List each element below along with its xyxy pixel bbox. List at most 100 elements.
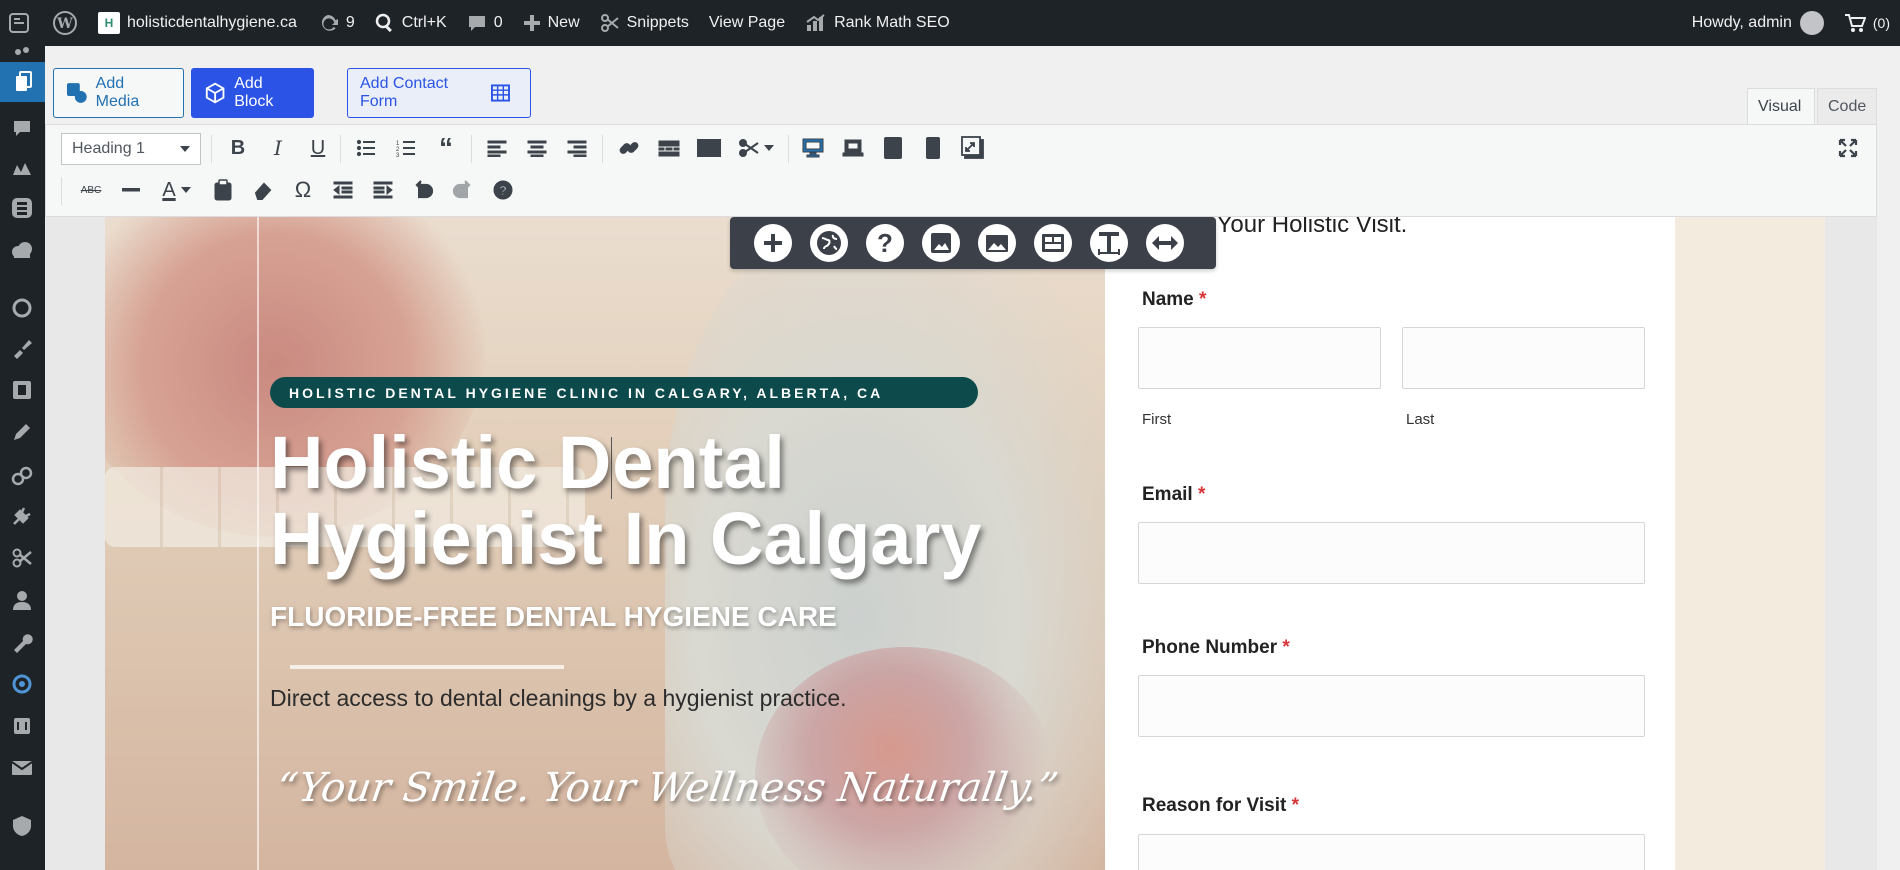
outdent-icon[interactable] xyxy=(328,175,358,205)
site-name-link[interactable]: H holisticdentalhygiene.ca xyxy=(88,0,307,46)
globe-icon[interactable] xyxy=(810,224,848,262)
first-name-field[interactable] xyxy=(1138,327,1381,389)
numbered-list-icon[interactable]: 123 xyxy=(391,133,421,163)
search-link[interactable]: Ctrl+K xyxy=(365,0,457,46)
undo-icon[interactable] xyxy=(408,175,438,205)
comments-link[interactable]: 0 xyxy=(457,0,513,46)
special-character-icon[interactable]: Ω xyxy=(288,175,318,205)
fullscreen-icon[interactable] xyxy=(1833,133,1863,163)
editor-canvas[interactable]: HOLISTIC DENTAL HYGIENE CLINIC IN CALGAR… xyxy=(45,217,1877,870)
image-icon[interactable] xyxy=(922,224,960,262)
view-page-link[interactable]: View Page xyxy=(699,0,795,46)
text-tool-icon[interactable] xyxy=(1090,224,1128,262)
align-center-icon[interactable] xyxy=(522,133,552,163)
editor-toolbar: Heading 1 B I U 123 “ ABC A T Ω ? xyxy=(45,124,1877,217)
align-left-icon[interactable] xyxy=(482,133,512,163)
add-block-button[interactable]: Add Block xyxy=(191,68,314,118)
last-name-field[interactable] xyxy=(1402,327,1645,389)
laptop-preview-icon[interactable] xyxy=(838,133,868,163)
help-icon[interactable]: ? xyxy=(488,175,518,205)
account-menu[interactable]: Howdy, admin xyxy=(1682,0,1834,46)
new-content-link[interactable]: New xyxy=(513,0,590,46)
name-label-text: Name xyxy=(1142,289,1194,310)
svg-text:?: ? xyxy=(499,183,507,198)
snippets-label: Snippets xyxy=(626,14,689,31)
name-label: Name * xyxy=(1142,289,1206,311)
link-icon[interactable] xyxy=(10,464,34,488)
add-contact-form-button[interactable]: Add Contact Form xyxy=(347,68,531,118)
block-insert-toolbar: ? xyxy=(730,217,1216,269)
read-more-icon[interactable] xyxy=(654,133,684,163)
dashboard-icon[interactable] xyxy=(10,40,34,64)
cloud-icon[interactable] xyxy=(10,238,34,262)
format-select-value: Heading 1 xyxy=(72,140,145,157)
phone-field[interactable] xyxy=(1138,675,1645,737)
pencil-icon[interactable] xyxy=(10,420,34,444)
question-icon[interactable]: ? xyxy=(866,224,904,262)
rank-math-label: Rank Math SEO xyxy=(834,14,950,31)
horizontal-line-icon[interactable] xyxy=(116,175,146,205)
layout-columns-icon[interactable] xyxy=(1034,224,1072,262)
insert-link-icon[interactable] xyxy=(614,133,644,163)
tablet-preview-icon[interactable] xyxy=(878,133,908,163)
site-name-text: holisticdentalhygiene.ca xyxy=(127,14,297,31)
add-element-icon[interactable] xyxy=(754,224,792,262)
tab-code[interactable]: Code xyxy=(1817,88,1877,124)
block-cube-icon xyxy=(205,82,225,104)
redo-icon[interactable] xyxy=(448,175,478,205)
sync-plugin-icon[interactable] xyxy=(10,672,34,696)
desktop-preview-icon[interactable] xyxy=(798,133,828,163)
snippet-dropdown-icon[interactable] xyxy=(759,133,779,163)
users-icon[interactable] xyxy=(10,588,34,612)
mobile-preview-icon[interactable] xyxy=(918,133,948,163)
search-icon xyxy=(375,13,392,33)
phone-label-text: Phone Number xyxy=(1142,637,1278,658)
admin-sidebar xyxy=(0,46,45,870)
snippets-link[interactable]: Snippets xyxy=(590,0,699,46)
align-right-icon[interactable] xyxy=(562,133,592,163)
add-media-button[interactable]: Add Media xyxy=(53,68,184,118)
clinic-badge: HOLISTIC DENTAL HYGIENE CLINIC IN CALGAR… xyxy=(270,377,978,408)
bullet-list-icon[interactable] xyxy=(351,133,381,163)
rank-math-link[interactable]: Rank Math SEO xyxy=(795,0,960,46)
hero-heading[interactable]: Holistic Dental Hygienist In Calgary xyxy=(270,425,1030,577)
wordpress-logo-icon[interactable]: W xyxy=(42,0,88,46)
strikethrough-icon[interactable]: ABC xyxy=(76,175,106,205)
circle-plugin-icon[interactable] xyxy=(10,296,34,320)
gallery-icon[interactable] xyxy=(978,224,1016,262)
cart-link[interactable]: (0) xyxy=(1834,0,1900,46)
text-color-dropdown-icon[interactable] xyxy=(176,175,196,205)
cart-count: (0) xyxy=(1872,15,1890,31)
security-shield-icon[interactable] xyxy=(10,814,34,838)
settings-icon[interactable] xyxy=(10,714,34,738)
phone-label: Phone Number * xyxy=(1142,637,1290,659)
builder-icon[interactable] xyxy=(10,378,34,402)
updates-link[interactable]: 9 xyxy=(307,0,365,46)
appearance-icon[interactable] xyxy=(10,336,34,360)
underline-icon[interactable]: U xyxy=(303,133,333,163)
comments-menu-icon[interactable] xyxy=(10,116,34,140)
reason-field[interactable] xyxy=(1138,834,1645,870)
elementor-icon[interactable] xyxy=(10,196,34,220)
snippets-menu-icon[interactable] xyxy=(10,546,34,570)
tab-visual[interactable]: Visual xyxy=(1747,88,1815,124)
italic-icon[interactable]: I xyxy=(263,133,293,163)
toolbar-toggle-icon[interactable] xyxy=(694,133,724,163)
hero-heading-part-a: Holistic D xyxy=(270,421,612,504)
pages-icon[interactable] xyxy=(0,62,45,102)
clear-formatting-icon[interactable] xyxy=(248,175,278,205)
mail-icon[interactable] xyxy=(10,756,34,780)
blockquote-icon[interactable]: “ xyxy=(431,132,461,163)
format-select[interactable]: Heading 1 xyxy=(61,133,201,165)
reason-label-text: Reason for Visit xyxy=(1142,795,1287,816)
paste-text-icon[interactable]: T xyxy=(208,175,238,205)
email-field[interactable] xyxy=(1138,522,1645,584)
media-icon xyxy=(66,83,87,103)
indent-icon[interactable] xyxy=(368,175,398,205)
plugins-icon[interactable] xyxy=(10,504,34,528)
resize-horizontal-icon[interactable] xyxy=(1146,224,1184,262)
bold-icon[interactable]: B xyxy=(223,133,253,163)
woocommerce-icon[interactable] xyxy=(10,156,34,180)
responsive-expand-icon[interactable] xyxy=(958,133,988,163)
tools-icon[interactable] xyxy=(10,630,34,654)
